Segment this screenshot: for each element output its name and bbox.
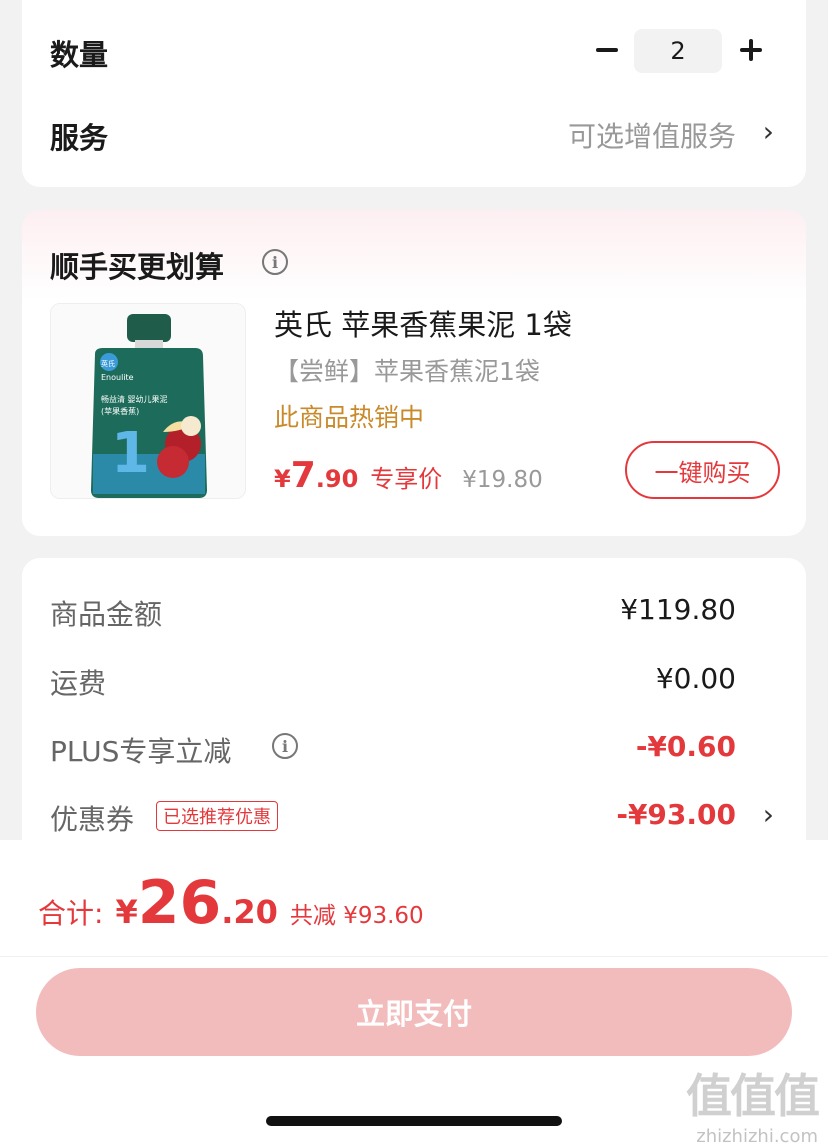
- quantity-increase-button[interactable]: [734, 30, 768, 70]
- total-amount: 合计: ¥ 26 .20 共减 ¥93.60: [38, 868, 424, 938]
- info-icon[interactable]: i: [272, 733, 298, 759]
- chevron-right-icon[interactable]: ›: [763, 115, 774, 148]
- pack-name: 畅益清 婴幼儿果泥: [101, 394, 168, 404]
- pack-flavor: (苹果香蕉): [101, 406, 139, 416]
- total-decimal: .20: [221, 893, 278, 931]
- product-name[interactable]: 英氏 苹果香蕉果泥 1袋: [274, 302, 572, 344]
- quantity-input[interactable]: 2: [634, 29, 722, 73]
- info-icon[interactable]: i: [262, 249, 288, 275]
- chevron-right-icon[interactable]: ›: [763, 798, 774, 831]
- price-tag: 专享价: [370, 465, 443, 493]
- quantity-label: 数量: [50, 38, 109, 72]
- plus-discount-value: -¥0.60: [635, 730, 736, 763]
- original-price: ¥19.80: [462, 467, 543, 493]
- total-currency: ¥: [115, 893, 138, 931]
- plus-discount-label: PLUS专享立减: [50, 735, 232, 768]
- goods-amount-value: ¥119.80: [620, 593, 736, 626]
- amount-summary-card: 商品金额 ¥119.80 运费 ¥0.00 PLUS专享立减 i -¥0.60 …: [22, 558, 806, 888]
- product-hot-label: 此商品热销中: [274, 403, 425, 432]
- watermark-site: zhizhizhi.com: [696, 1126, 818, 1146]
- minus-icon: [596, 48, 618, 52]
- bundle-title: 顺手买更划算: [50, 250, 225, 284]
- total-savings: 共减 ¥93.60: [289, 903, 424, 929]
- service-label: 服务: [50, 121, 109, 155]
- price-decimal: .90: [315, 465, 359, 493]
- pack-brand: 英氏: [101, 359, 115, 368]
- shipping-label: 运费: [50, 667, 107, 700]
- product-image[interactable]: 英氏 Enoulite 畅益清 婴幼儿果泥 (苹果香蕉) 1: [50, 303, 246, 499]
- service-option-link[interactable]: 可选增值服务: [568, 115, 736, 155]
- shipping-value: ¥0.00: [655, 662, 736, 695]
- pack-brand-en: Enoulite: [101, 373, 134, 382]
- pack-stage: 1: [111, 421, 150, 486]
- coupon-badge: 已选推荐优惠: [156, 801, 278, 831]
- coupon-label: 优惠券: [50, 803, 135, 836]
- total-label: 合计:: [38, 897, 104, 930]
- quantity-service-card: 数量 2 服务 可选增值服务 ›: [22, 0, 806, 187]
- bundle-offer-card: 顺手买更划算 i 英氏 Enoulite 畅益清 婴幼儿果泥 (苹果香蕉) 1 …: [22, 210, 806, 536]
- price-integer: 7: [290, 455, 316, 496]
- pay-now-button[interactable]: 立即支付: [36, 968, 792, 1056]
- product-price: ¥ 7 .90 专享价 ¥19.80: [274, 455, 543, 496]
- product-subtitle: 【尝鲜】苹果香蕉泥1袋: [274, 357, 540, 386]
- one-click-buy-button[interactable]: 一键购买: [625, 441, 780, 499]
- quantity-decrease-button[interactable]: [590, 30, 624, 70]
- price-currency: ¥: [274, 465, 291, 493]
- home-indicator: [266, 1116, 562, 1126]
- watermark: 值值值 zhizhizhi.com: [678, 1060, 820, 1146]
- divider: [0, 956, 828, 957]
- total-integer: 26: [137, 868, 222, 938]
- coupon-value[interactable]: -¥93.00: [616, 798, 736, 831]
- goods-amount-label: 商品金额: [50, 598, 163, 631]
- watermark-logo: 值值值: [686, 1069, 820, 1123]
